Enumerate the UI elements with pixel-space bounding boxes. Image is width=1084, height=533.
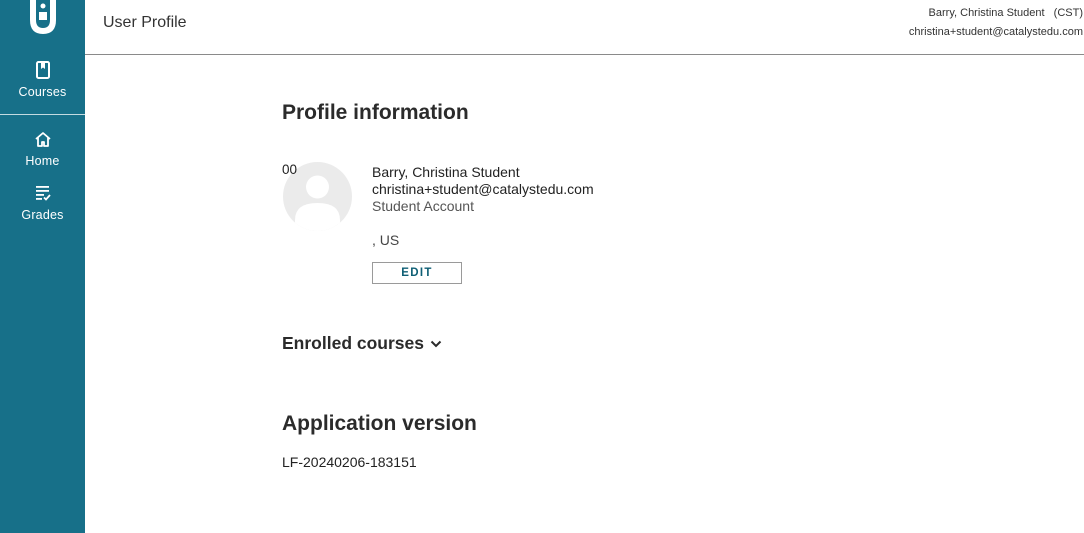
header-user-name[interactable]: Barry, Christina Student (CST) (929, 7, 1083, 19)
sidebar-item-label: Grades (21, 208, 64, 222)
app-version-title: Application version (282, 412, 477, 435)
edit-profile-button[interactable]: EDIT (372, 262, 462, 284)
sidebar-item-label: Home (25, 154, 60, 168)
profile-account-type: Student Account (372, 198, 474, 214)
enrolled-courses-toggle[interactable]: Enrolled courses (282, 333, 442, 354)
book-icon (35, 61, 51, 82)
page-title: User Profile (103, 14, 187, 31)
sidebar-item-grades[interactable]: Grades (0, 185, 85, 222)
avatar-text: 00 (282, 162, 298, 177)
sidebar-item-home[interactable]: Home (0, 131, 85, 168)
sidebar-divider (0, 114, 85, 115)
profile-location: , US (372, 232, 400, 248)
enrolled-courses-title: Enrolled courses (282, 333, 424, 353)
home-icon (34, 131, 52, 151)
header-user-email: christina+student@catalystedu.com (908, 26, 1083, 38)
sidebar: Courses Home Grades (0, 0, 85, 533)
app-version-value: LF-20240206-183151 (282, 454, 417, 470)
app-logo-icon[interactable] (0, 0, 85, 38)
profile-name: Barry, Christina Student (372, 164, 520, 180)
profile-email: christina+student@catalystedu.com (372, 181, 594, 197)
chevron-down-icon (430, 339, 442, 349)
profile-section-title: Profile information (282, 101, 469, 124)
grades-icon (34, 185, 52, 205)
sidebar-item-label: Courses (18, 85, 67, 99)
top-header: User Profile Barry, Christina Student (C… (85, 0, 1084, 55)
sidebar-item-courses[interactable]: Courses (0, 61, 85, 99)
